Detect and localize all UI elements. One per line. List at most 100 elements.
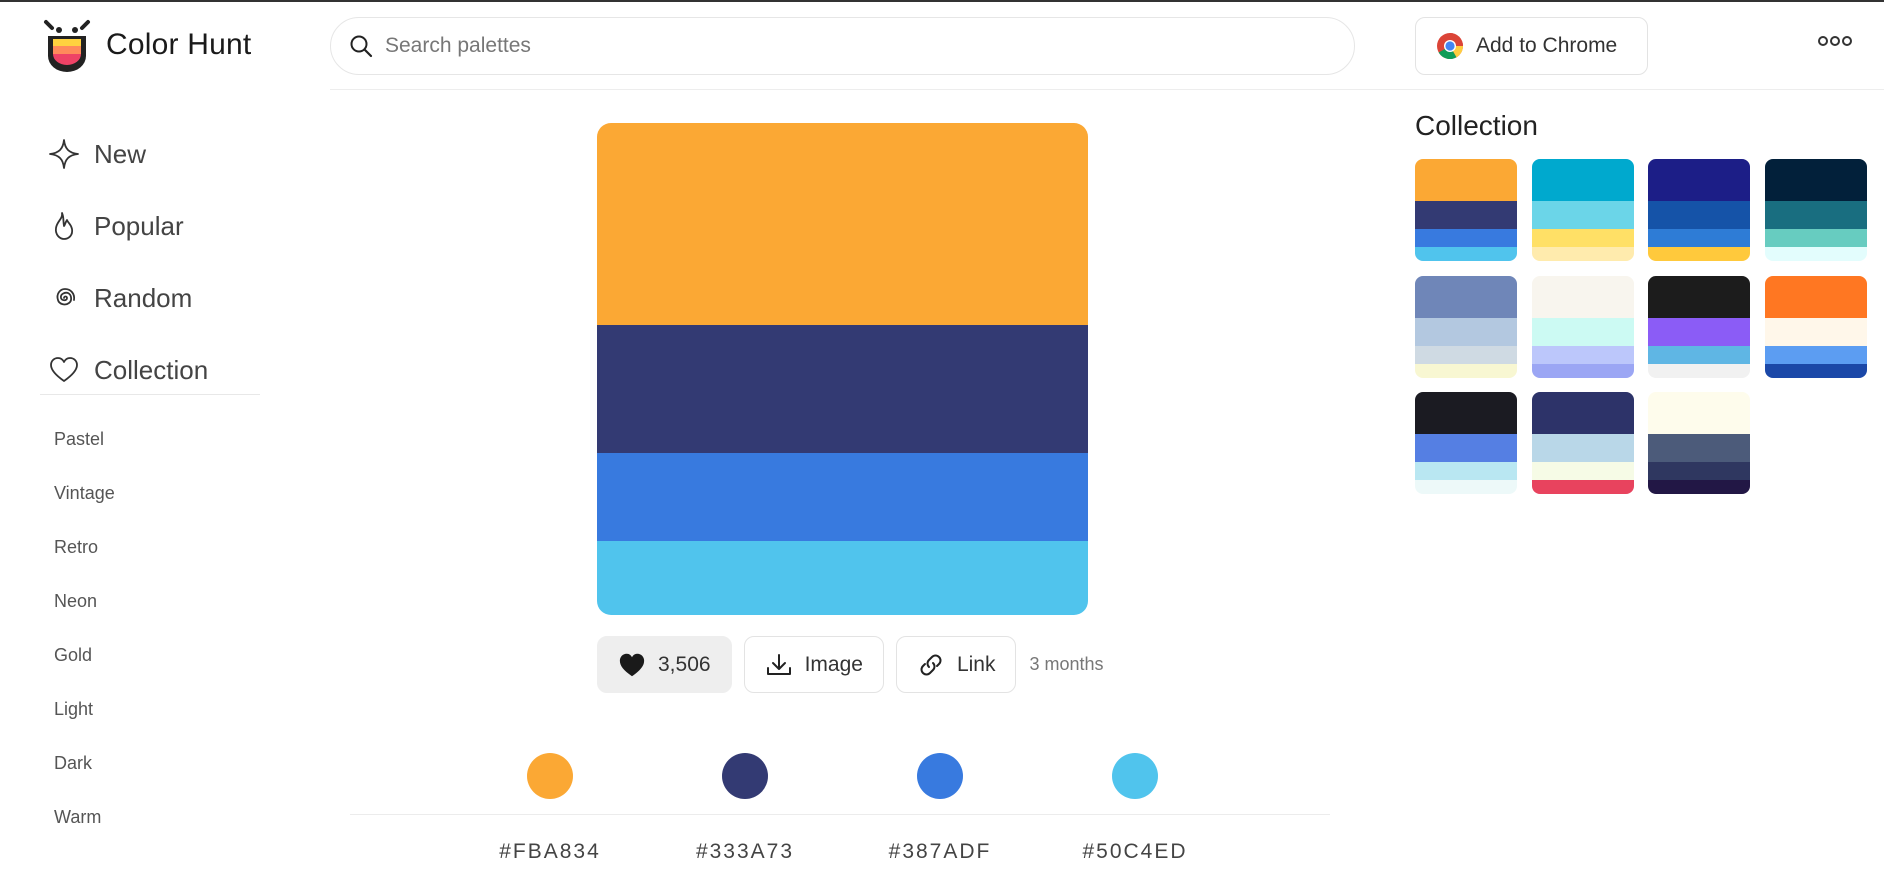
palette-age: 3 months: [1029, 654, 1104, 674]
collection-palette-color: [1531, 247, 1634, 261]
collection-palette[interactable]: [1415, 159, 1517, 261]
header-divider: [330, 89, 1884, 90]
palette-color-4[interactable]: [597, 541, 1088, 615]
color-swatch-1[interactable]: [527, 753, 573, 799]
flame-icon: [54, 212, 74, 240]
sidebar-item-collection[interactable]: Collection: [48, 334, 208, 406]
sidebar-item-random[interactable]: Random: [48, 262, 208, 334]
collection-palette-color: [1648, 434, 1750, 462]
window-top-border: [0, 0, 1884, 2]
collection-palette-color: [1531, 462, 1634, 480]
tag-dark[interactable]: Dark: [54, 736, 115, 790]
collection-palette[interactable]: [1415, 275, 1517, 378]
like-button[interactable]: 3,506: [597, 636, 732, 693]
collection-palette-color: [1648, 201, 1750, 229]
copy-link-button[interactable]: Link: [895, 636, 1017, 693]
collection-palette-color: [1648, 229, 1750, 247]
collection-palette[interactable]: [1531, 159, 1634, 261]
hex-code-2[interactable]: #333A73: [675, 840, 815, 864]
collection-palette[interactable]: [1764, 159, 1867, 261]
color-swatch-3[interactable]: [917, 753, 963, 799]
sidebar-item-new[interactable]: New: [48, 118, 208, 190]
collection-palette-color: [1531, 275, 1634, 318]
tag-warm[interactable]: Warm: [54, 790, 115, 844]
collection-palette-color: [1531, 363, 1634, 378]
palette-color-3[interactable]: [597, 453, 1088, 541]
sidebar-divider: [40, 394, 260, 395]
collection-palette[interactable]: [1531, 392, 1634, 494]
collection-palette-color: [1531, 480, 1634, 494]
collection-palette-color: [1648, 462, 1750, 480]
logo-text: Color Hunt: [106, 28, 252, 61]
color-swatch-4[interactable]: [1112, 753, 1158, 799]
sidebar-item-label: Popular: [94, 210, 184, 241]
collection-palette[interactable]: [1764, 275, 1867, 378]
heart-filled-icon: [619, 653, 645, 676]
collection-palette-color: [1764, 159, 1867, 201]
collection-palette-color: [1531, 392, 1634, 434]
collection-palette-color: [1648, 159, 1750, 201]
collection-palette-color: [1531, 201, 1634, 229]
tag-light[interactable]: Light: [54, 682, 115, 736]
sparkle-icon: [49, 139, 79, 169]
sidebar-item-popular[interactable]: Popular: [48, 190, 208, 262]
collection-palette-color: [1764, 317, 1867, 346]
palette-color-2[interactable]: [597, 325, 1088, 453]
like-count: 3,506: [658, 652, 711, 676]
collection-palette[interactable]: [1648, 392, 1750, 494]
collection-palette[interactable]: [1648, 275, 1750, 378]
color-swatch-2[interactable]: [722, 753, 768, 799]
search-input[interactable]: [385, 34, 1285, 58]
collection-palette-color: [1648, 480, 1750, 494]
download-image-button[interactable]: Image: [743, 636, 884, 693]
collection-palette-color: [1415, 345, 1517, 364]
search-bar[interactable]: [330, 17, 1355, 75]
tag-list: Pastel Vintage Retro Neon Gold Light Dar…: [54, 412, 115, 844]
collection-palette-color: [1531, 345, 1634, 364]
tag-neon[interactable]: Neon: [54, 574, 115, 628]
collection-palette-color: [1764, 345, 1867, 364]
collection-palette-color: [1764, 201, 1867, 229]
sidebar-item-label: Random: [94, 282, 193, 313]
hex-code-4[interactable]: #50C4ED: [1065, 840, 1205, 864]
collection-palette[interactable]: [1648, 159, 1750, 261]
download-icon: [766, 653, 791, 675]
palette-card[interactable]: [597, 123, 1088, 615]
add-to-chrome-label: Add to Chrome: [1476, 34, 1618, 57]
collection-palette-color: [1415, 201, 1517, 229]
color-hunt-logo-icon: [42, 18, 92, 72]
collection-palette-color: [1648, 392, 1750, 434]
collection-palette-color: [1415, 317, 1517, 346]
collection-palette[interactable]: [1531, 275, 1634, 378]
image-label: Image: [804, 652, 863, 676]
hex-code-1[interactable]: #FBA834: [480, 840, 620, 864]
tag-pastel[interactable]: Pastel: [54, 412, 115, 466]
link-label: Link: [956, 652, 996, 676]
swatch-divider: [350, 814, 1330, 815]
tag-vintage[interactable]: Vintage: [54, 466, 115, 520]
collection-palette-color: [1764, 275, 1867, 318]
tag-retro[interactable]: Retro: [54, 520, 115, 574]
collection-palette-color: [1415, 159, 1517, 201]
collection-palette-color: [1415, 247, 1517, 261]
heart-outline-icon: [50, 357, 78, 382]
logo[interactable]: Color Hunt: [42, 18, 251, 72]
collection-palette-color: [1415, 275, 1517, 318]
spiral-icon: [56, 288, 76, 306]
collection-palette-color: [1648, 363, 1750, 378]
add-to-chrome-button[interactable]: Add to Chrome: [1415, 17, 1648, 75]
search-icon: [350, 35, 373, 58]
collection-palette-color: [1648, 247, 1750, 261]
collection-palette[interactable]: [1415, 392, 1517, 494]
palette-color-1[interactable]: [597, 123, 1088, 325]
tag-gold[interactable]: Gold: [54, 628, 115, 682]
collection-palette-color: [1648, 275, 1750, 318]
collection-palette-color: [1415, 462, 1517, 480]
collection-palette-color: [1764, 229, 1867, 247]
more-options-icon[interactable]: [1818, 36, 1852, 46]
collection-palette-color: [1764, 363, 1867, 378]
sidebar-nav: New Popular Random Collection: [48, 118, 208, 406]
collection-palette-color: [1648, 345, 1750, 364]
hex-code-3[interactable]: #387ADF: [870, 840, 1010, 864]
chrome-icon: [1437, 33, 1464, 60]
